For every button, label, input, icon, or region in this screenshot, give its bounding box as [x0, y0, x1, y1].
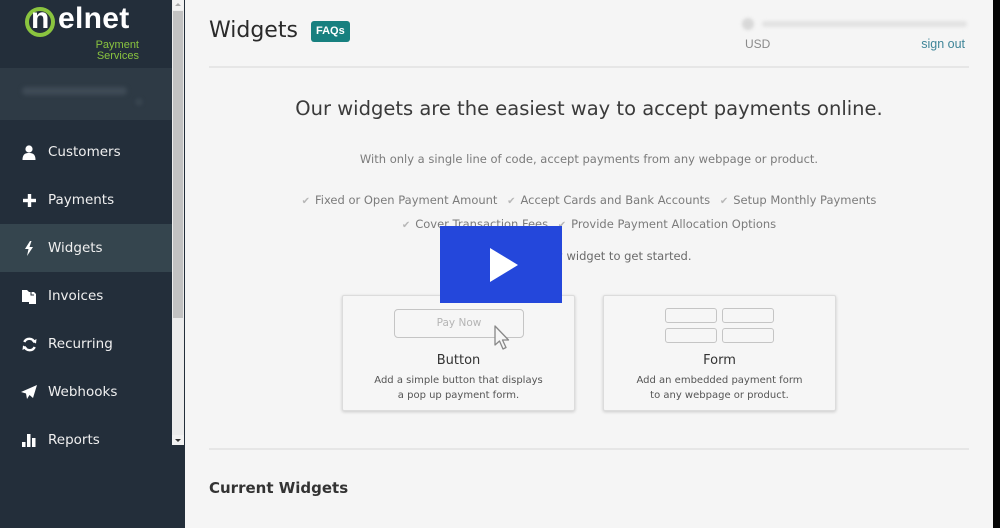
- sidebar-item-label: Widgets: [48, 240, 103, 256]
- account-caret-icon: [135, 98, 143, 106]
- sign-out-link[interactable]: sign out: [921, 37, 965, 51]
- feature-item: ✔ Fixed or Open Payment Amount: [302, 189, 498, 213]
- play-icon: [490, 248, 518, 282]
- sidebar: n elnet Payment Services Customers Payme…: [0, 0, 185, 528]
- description-line: a pop up payment form.: [397, 390, 520, 401]
- scroll-up-arrow-icon[interactable]: [172, 0, 184, 10]
- user-email-redacted: [742, 18, 970, 30]
- header-divider: [209, 66, 969, 68]
- logo-letter-n: n: [31, 2, 50, 35]
- description-line: Add a simple button that displays: [374, 375, 543, 386]
- feature-item: ✔ Setup Monthly Payments: [720, 189, 877, 213]
- feature-text: Setup Monthly Payments: [733, 193, 877, 207]
- page-title: Widgets: [209, 18, 298, 43]
- account-name-redacted: [22, 87, 127, 95]
- paper-plane-icon: [20, 383, 38, 401]
- sidebar-item-invoices[interactable]: Invoices: [0, 272, 172, 320]
- widget-type-description: Add a simple button that displays a pop …: [343, 373, 574, 403]
- form-preview-field: [722, 308, 774, 323]
- mouse-cursor-icon: [494, 325, 510, 350]
- refresh-icon: [20, 335, 38, 353]
- widget-type-title: Button: [436, 353, 481, 368]
- video-play-button[interactable]: [440, 226, 562, 303]
- feature-item: ✔ Accept Cards and Bank Accounts: [507, 189, 710, 213]
- sidebar-item-label: Customers: [48, 144, 121, 160]
- sidebar-item-label: Invoices: [48, 288, 104, 304]
- feature-text: Provide Payment Allocation Options: [571, 217, 777, 231]
- sidebar-item-payments[interactable]: Payments: [0, 176, 172, 224]
- form-preview-icon: [665, 308, 775, 344]
- nelnet-logo[interactable]: n elnet Payment Services: [0, 0, 172, 68]
- logo-wordmark: elnet: [58, 2, 130, 35]
- account-selector[interactable]: [0, 68, 172, 120]
- scroll-down-arrow-icon[interactable]: [172, 435, 184, 445]
- feature-text: Fixed or Open Payment Amount: [315, 193, 498, 207]
- sidebar-nav: Customers Payments Widgets Invoices Recu…: [0, 128, 172, 464]
- check-icon: ✔: [401, 220, 411, 231]
- logo-sub-line2: Services: [96, 50, 139, 62]
- current-widgets-heading: Current Widgets: [209, 479, 349, 497]
- currency-label: USD: [745, 37, 771, 51]
- sidebar-item-reports[interactable]: Reports: [0, 416, 172, 464]
- sidebar-scrollbar[interactable]: [172, 0, 184, 445]
- form-preview-field: [665, 328, 717, 343]
- plus-icon: [20, 191, 38, 209]
- check-icon: ✔: [301, 196, 310, 207]
- logo-subtitle: Payment Services: [96, 40, 139, 62]
- sidebar-item-label: Payments: [48, 192, 115, 208]
- sidebar-item-label: Webhooks: [48, 384, 118, 400]
- hero-subtitle: With only a single line of code, accept …: [359, 152, 819, 166]
- main-content: Widgets FAQs USD sign out Our widgets ar…: [185, 0, 993, 528]
- feature-text: Accept Cards and Bank Accounts: [520, 193, 711, 207]
- sidebar-item-label: Recurring: [48, 336, 113, 352]
- description-line: Add an embedded payment form: [636, 375, 803, 386]
- widget-type-form-card[interactable]: Form Add an embedded payment form to any…: [603, 295, 836, 411]
- form-preview-field: [722, 328, 774, 343]
- sidebar-item-recurring[interactable]: Recurring: [0, 320, 172, 368]
- user-avatar-icon: [742, 18, 754, 30]
- scrollbar-thumb[interactable]: [173, 11, 183, 318]
- widget-type-title: Form: [703, 353, 736, 368]
- sidebar-item-webhooks[interactable]: Webhooks: [0, 368, 172, 416]
- lightning-bolt-icon: [20, 239, 38, 257]
- bar-chart-icon: [20, 431, 38, 449]
- user-icon: [20, 143, 38, 161]
- faqs-button[interactable]: FAQs: [311, 21, 350, 42]
- check-icon: ✔: [507, 196, 516, 207]
- user-email-blur: [762, 21, 967, 27]
- sidebar-item-widgets[interactable]: Widgets: [0, 224, 172, 272]
- sidebar-item-customers[interactable]: Customers: [0, 128, 172, 176]
- widget-type-button-card[interactable]: Pay Now Button Add a simple button that …: [342, 295, 575, 411]
- sidebar-item-label: Reports: [48, 432, 100, 448]
- get-started-text: Create a new widget to get started.: [486, 249, 692, 263]
- widget-type-description: Add an embedded payment form to any webp…: [604, 373, 835, 403]
- feature-item: ✔Provide Payment Allocation Options: [558, 213, 776, 237]
- check-icon: ✔: [719, 196, 729, 207]
- section-divider: [209, 448, 969, 450]
- description-line: to any webpage or product.: [650, 390, 789, 401]
- feature-list: ✔ Fixed or Open Payment Amount ✔ Accept Ca…: [285, 189, 893, 237]
- window-edge: [993, 0, 1000, 528]
- hero-title: Our widgets are the easiest way to accep…: [295, 97, 883, 120]
- documents-icon: [20, 287, 38, 305]
- form-preview-field: [665, 308, 717, 323]
